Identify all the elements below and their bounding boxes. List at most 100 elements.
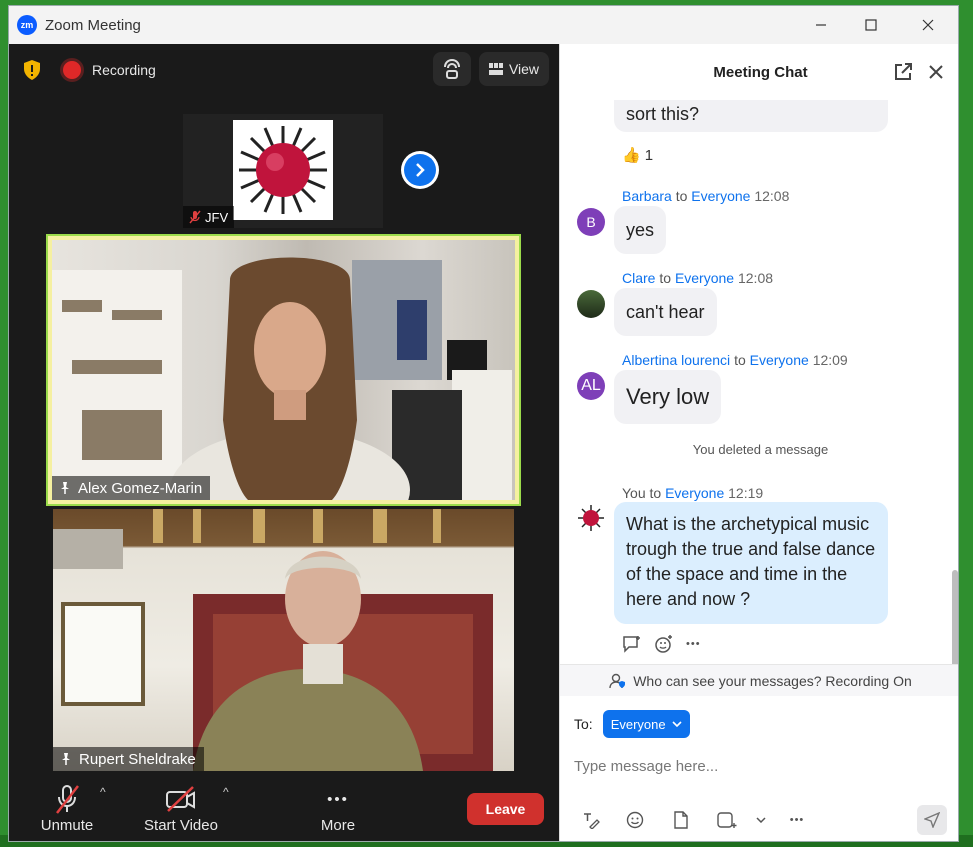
popout-chat-button[interactable] — [892, 61, 914, 83]
zoom-window: zm Zoom Meeting Recording View JFV Alex … — [8, 5, 959, 842]
chat-panel: Meeting Chat sort this? 👍 1 Barbara to E… — [559, 44, 958, 841]
avatar: B — [577, 208, 605, 236]
message-list[interactable]: sort this? 👍 1 Barbara to Everyone 12:08… — [560, 100, 958, 664]
to-word: to — [659, 270, 672, 286]
recipient-dropdown[interactable]: Everyone — [602, 710, 690, 738]
reply-in-thread-icon[interactable] — [622, 635, 642, 653]
chat-scrollbar[interactable] — [952, 570, 958, 664]
chevron-down-icon — [756, 817, 766, 823]
participant-name-tag: JFV — [183, 206, 235, 228]
unmute-label: Unmute — [40, 817, 94, 834]
to-label: To: — [574, 716, 593, 732]
title-bar: zm Zoom Meeting — [9, 6, 958, 44]
video-off-icon — [166, 786, 195, 812]
add-reaction-icon[interactable] — [654, 634, 674, 654]
message-time: 12:08 — [754, 188, 790, 204]
message-input[interactable] — [574, 752, 944, 780]
live-transcript-button[interactable] — [433, 52, 471, 86]
privacy-notice-text: Who can see your messages? Recording On — [633, 672, 912, 689]
muted-mic-icon — [189, 210, 201, 224]
avatar: AL — [577, 372, 605, 400]
message-actions: ••• — [622, 634, 701, 654]
recipient-value: Everyone — [610, 716, 666, 732]
more-button[interactable]: ••• More — [313, 781, 363, 835]
broadcast-icon — [444, 58, 460, 79]
video-tile-participant[interactable]: Rupert Sheldrake — [53, 509, 514, 771]
message-sender-line: Clare to Everyone 12:08 — [622, 270, 773, 286]
view-button[interactable]: View — [479, 52, 549, 86]
view-label: View — [508, 61, 540, 77]
message-bubble: yes — [614, 206, 667, 254]
file-icon — [674, 811, 688, 829]
thumbs-up-icon: 👍 — [622, 147, 641, 164]
message-time: 12:09 — [812, 352, 848, 368]
meeting-area: Recording View JFV Alex Gomez-Marin Rupe… — [9, 44, 559, 841]
avatar — [577, 290, 605, 318]
meeting-controls: Unmute ^ Start Video ^ ••• More Leave — [9, 773, 559, 841]
message-time: 12:19 — [728, 485, 764, 501]
send-button[interactable] — [917, 805, 947, 835]
more-options-icon[interactable]: ••• — [686, 638, 701, 650]
emoji-button[interactable] — [624, 809, 646, 831]
close-window-button[interactable] — [899, 6, 957, 44]
participant-avatar-image — [233, 120, 333, 220]
participant-name-tag: Rupert Sheldrake — [53, 747, 204, 771]
video-tile-speaker[interactable]: Alex Gomez-Marin — [46, 234, 521, 506]
chevron-down-icon — [672, 721, 682, 727]
video-feed — [52, 240, 515, 500]
sender-name: Barbara — [622, 188, 672, 204]
unmute-button[interactable]: Unmute — [38, 781, 96, 834]
to-word: to — [675, 188, 688, 204]
recipient-name: Everyone — [749, 352, 809, 368]
to-word: to — [649, 485, 662, 501]
emoji-icon — [626, 811, 644, 829]
reaction-badge[interactable]: 👍 1 — [622, 146, 653, 165]
leave-button[interactable]: Leave — [467, 793, 544, 825]
minimize-icon — [816, 24, 826, 26]
screenshot-options-button[interactable] — [750, 809, 772, 831]
message-bubble: sort this? — [614, 100, 888, 132]
message-bubble: Very low — [614, 370, 722, 424]
start-video-button[interactable]: Start Video — [141, 781, 221, 834]
message-text: can't hear — [626, 301, 705, 322]
message-bubble: can't hear — [614, 288, 717, 336]
recipient-name: Everyone — [674, 270, 735, 286]
more-dots-icon: ••• — [327, 790, 349, 808]
recording-label: Recording — [92, 62, 156, 78]
file-button[interactable] — [670, 809, 692, 831]
message-text: yes — [626, 219, 655, 240]
more-label: More — [320, 817, 356, 834]
privacy-notice[interactable]: Who can see your messages? Recording On — [560, 664, 958, 696]
screenshot-button[interactable] — [716, 809, 738, 831]
maximize-button[interactable] — [842, 6, 900, 44]
message-sender-line: You to Everyone 12:19 — [622, 485, 763, 501]
recipient-row: To: Everyone — [574, 710, 690, 738]
participant-thumbnail[interactable]: JFV — [183, 114, 383, 228]
next-page-button[interactable] — [401, 151, 439, 189]
zoom-logo: zm — [17, 15, 37, 35]
security-shield-icon[interactable] — [21, 58, 43, 82]
close-chat-button[interactable] — [925, 61, 947, 83]
participant-name: JFV — [205, 209, 229, 225]
more-tools-button[interactable]: ••• — [786, 809, 808, 831]
sender-name: You — [622, 485, 646, 501]
video-options-caret-icon[interactable]: ^ — [223, 785, 229, 799]
format-text-button[interactable] — [580, 809, 602, 831]
maximize-icon — [865, 19, 877, 31]
to-word: to — [734, 352, 746, 368]
send-icon — [924, 812, 940, 828]
screenshot-icon — [717, 812, 737, 828]
video-feed — [53, 509, 514, 771]
participant-name-tag: Alex Gomez-Marin — [52, 476, 211, 500]
grid-icon — [488, 63, 503, 75]
recipient-name: Everyone — [665, 485, 725, 501]
pin-icon — [62, 753, 70, 765]
muted-mic-icon — [56, 785, 79, 814]
format-pen-icon — [584, 813, 600, 829]
message-text: What is the archetypical music trough th… — [626, 514, 876, 609]
message-text: sort this? — [626, 103, 700, 124]
close-icon — [922, 19, 934, 31]
message-time: 12:08 — [737, 270, 774, 286]
popout-icon — [895, 63, 912, 80]
audio-options-caret-icon[interactable]: ^ — [100, 785, 106, 799]
